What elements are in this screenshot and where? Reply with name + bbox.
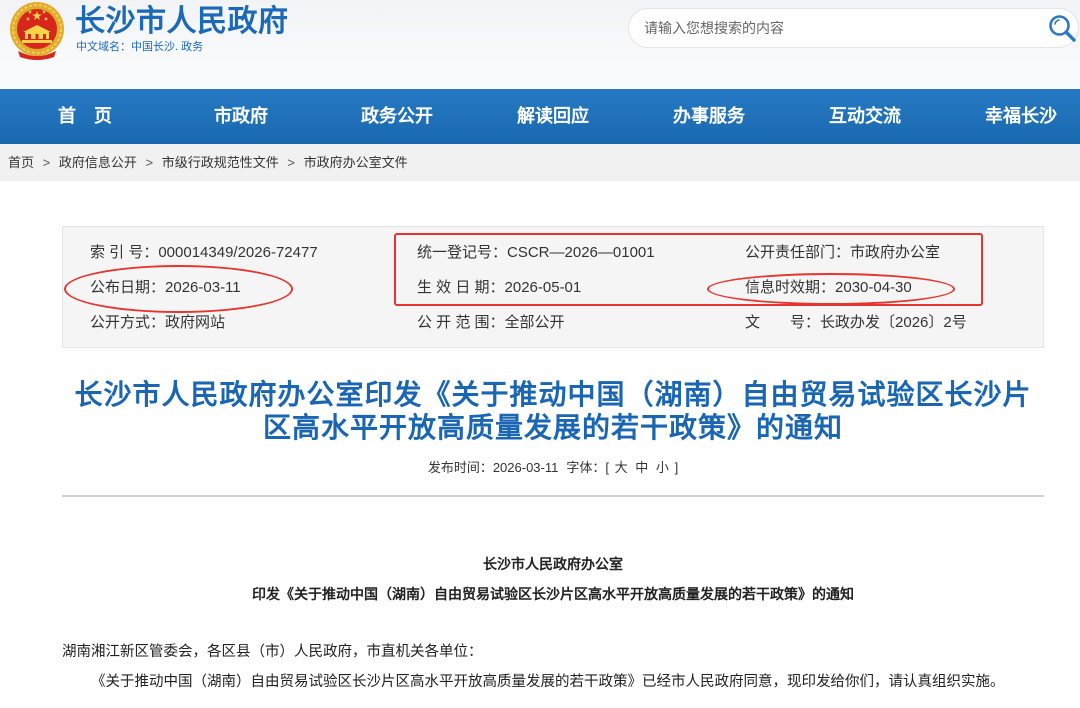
nav-item-government-affairs[interactable]: 政务公开: [339, 89, 455, 144]
info-label: 文 号：: [745, 314, 821, 331]
info-value: 长政办发〔2026〕2号: [820, 314, 967, 331]
info-unified-registration: 统一登记号：CSCR—2026—01001: [417, 243, 655, 263]
article-meta: 发布时间：2026-03-11 字体：[ 大 中 小 ]: [62, 459, 1044, 477]
info-label: 信息时效期：: [745, 279, 836, 296]
breadcrumb-separator: >: [145, 155, 154, 170]
info-responsible-department: 公开责任部门：市政府办公室: [745, 243, 940, 263]
info-publish-date: 公布日期：2026-03-11: [90, 278, 241, 298]
info-index-number: 索 引 号：000014349/2026-72477: [90, 243, 318, 263]
document-salutation: 湖南湘江新区管委会，各区县（市）人民政府，市直机关各单位：: [62, 644, 483, 660]
breadcrumb-gov-info[interactable]: 政府信息公开: [59, 155, 137, 170]
font-size-label: 字体：: [566, 460, 606, 475]
info-value: CSCR—2026—01001: [507, 244, 655, 261]
site-header: 长沙市人民政府 中文域名：中国长沙. 政务: [0, 0, 1080, 89]
font-size-small-button[interactable]: 小: [656, 460, 669, 475]
breadcrumb-office-docs[interactable]: 市政府办公室文件: [304, 155, 408, 170]
document-issuer: 长沙市人民政府办公室: [483, 558, 623, 573]
breadcrumb-home[interactable]: 首页: [8, 155, 34, 170]
article-title-line: 长沙市人民政府办公室印发《关于推动中国（湖南）自由贸易试验区长沙片: [74, 379, 1032, 410]
document-heading: 印发《关于推动中国（湖南）自由贸易试验区长沙片区高水平开放高质量发展的若干政策》…: [252, 588, 854, 603]
nav-item-interaction[interactable]: 互动交流: [807, 89, 923, 144]
info-validity-period: 信息时效期：2030-04-30: [745, 278, 912, 298]
publish-time-label: 发布时间：: [427, 460, 493, 475]
breadcrumb-separator: >: [287, 155, 295, 170]
nav-item-interpretation[interactable]: 解读回应: [495, 89, 611, 144]
info-publish-method: 公开方式：政府网站: [90, 313, 225, 333]
nav-item-happy-changsha[interactable]: 幸福长沙: [963, 89, 1079, 144]
info-label: 索 引 号：: [90, 244, 159, 261]
info-label: 公 开 范 围：: [417, 314, 505, 331]
info-value: 政府网站: [165, 314, 226, 331]
info-value: 2030-04-30: [835, 279, 912, 296]
info-label: 公开责任部门：: [745, 244, 851, 261]
breadcrumb-separator: >: [42, 155, 51, 170]
bracket-open: [: [605, 460, 610, 475]
info-document-number: 文 号：长政办发〔2026〕2号: [745, 313, 967, 333]
national-emblem-icon: [10, 2, 64, 60]
info-value: 全部公开: [504, 314, 565, 331]
site-title[interactable]: 长沙市人民政府: [75, 5, 289, 39]
article-title: 长沙市人民政府办公室印发《关于推动中国（湖南）自由贸易试验区长沙片 区高水平开放…: [62, 378, 1044, 444]
info-value: 市政府办公室: [850, 244, 941, 261]
article-title-line: 区高水平开放高质量发展的若干政策》的通知: [262, 412, 843, 443]
info-value: 2026-03-11: [165, 279, 241, 296]
font-size-large-button[interactable]: 大: [615, 460, 628, 475]
document-paragraph: 《关于推动中国（湖南）自由贸易试验区长沙片区高水平开放高质量发展的若干政策》已经…: [91, 674, 1005, 690]
breadcrumb: 首页 > 政府信息公开 > 市级行政规范性文件 > 市政府办公室文件: [0, 144, 1080, 181]
info-label: 生 效 日 期：: [417, 279, 505, 296]
info-label: 公布日期：: [90, 279, 166, 296]
search-icon: [1049, 15, 1076, 42]
font-size-medium-button[interactable]: 中: [635, 460, 648, 475]
search-box: [628, 8, 1079, 48]
nav-item-services[interactable]: 办事服务: [651, 89, 767, 144]
divider: [62, 495, 1044, 497]
bracket-close: ]: [674, 460, 679, 475]
search-input[interactable]: [644, 9, 1042, 47]
info-value: 000014349/2026-72477: [158, 244, 318, 261]
breadcrumb-normative-docs[interactable]: 市级行政规范性文件: [162, 155, 279, 170]
main-nav: 首 页 市政府 政务公开 解读回应 办事服务 互动交流 幸福长沙: [0, 89, 1080, 144]
info-label: 统一登记号：: [417, 244, 508, 261]
info-publish-scope: 公 开 范 围：全部公开: [417, 313, 565, 333]
domain-name: 中文域名：中国长沙. 政务: [76, 41, 204, 53]
info-effective-date: 生 效 日 期：2026-05-01: [417, 278, 581, 298]
publish-time-value: 2026-03-11: [492, 460, 559, 475]
nav-item-city-government[interactable]: 市政府: [183, 89, 299, 144]
info-label: 公开方式：: [90, 314, 166, 331]
document-info-box: 索 引 号：000014349/2026-72477 统一登记号：CSCR—20…: [62, 226, 1044, 348]
nav-item-home[interactable]: 首 页: [27, 89, 143, 144]
info-value: 2026-05-01: [504, 279, 582, 296]
search-button[interactable]: [1047, 13, 1077, 43]
